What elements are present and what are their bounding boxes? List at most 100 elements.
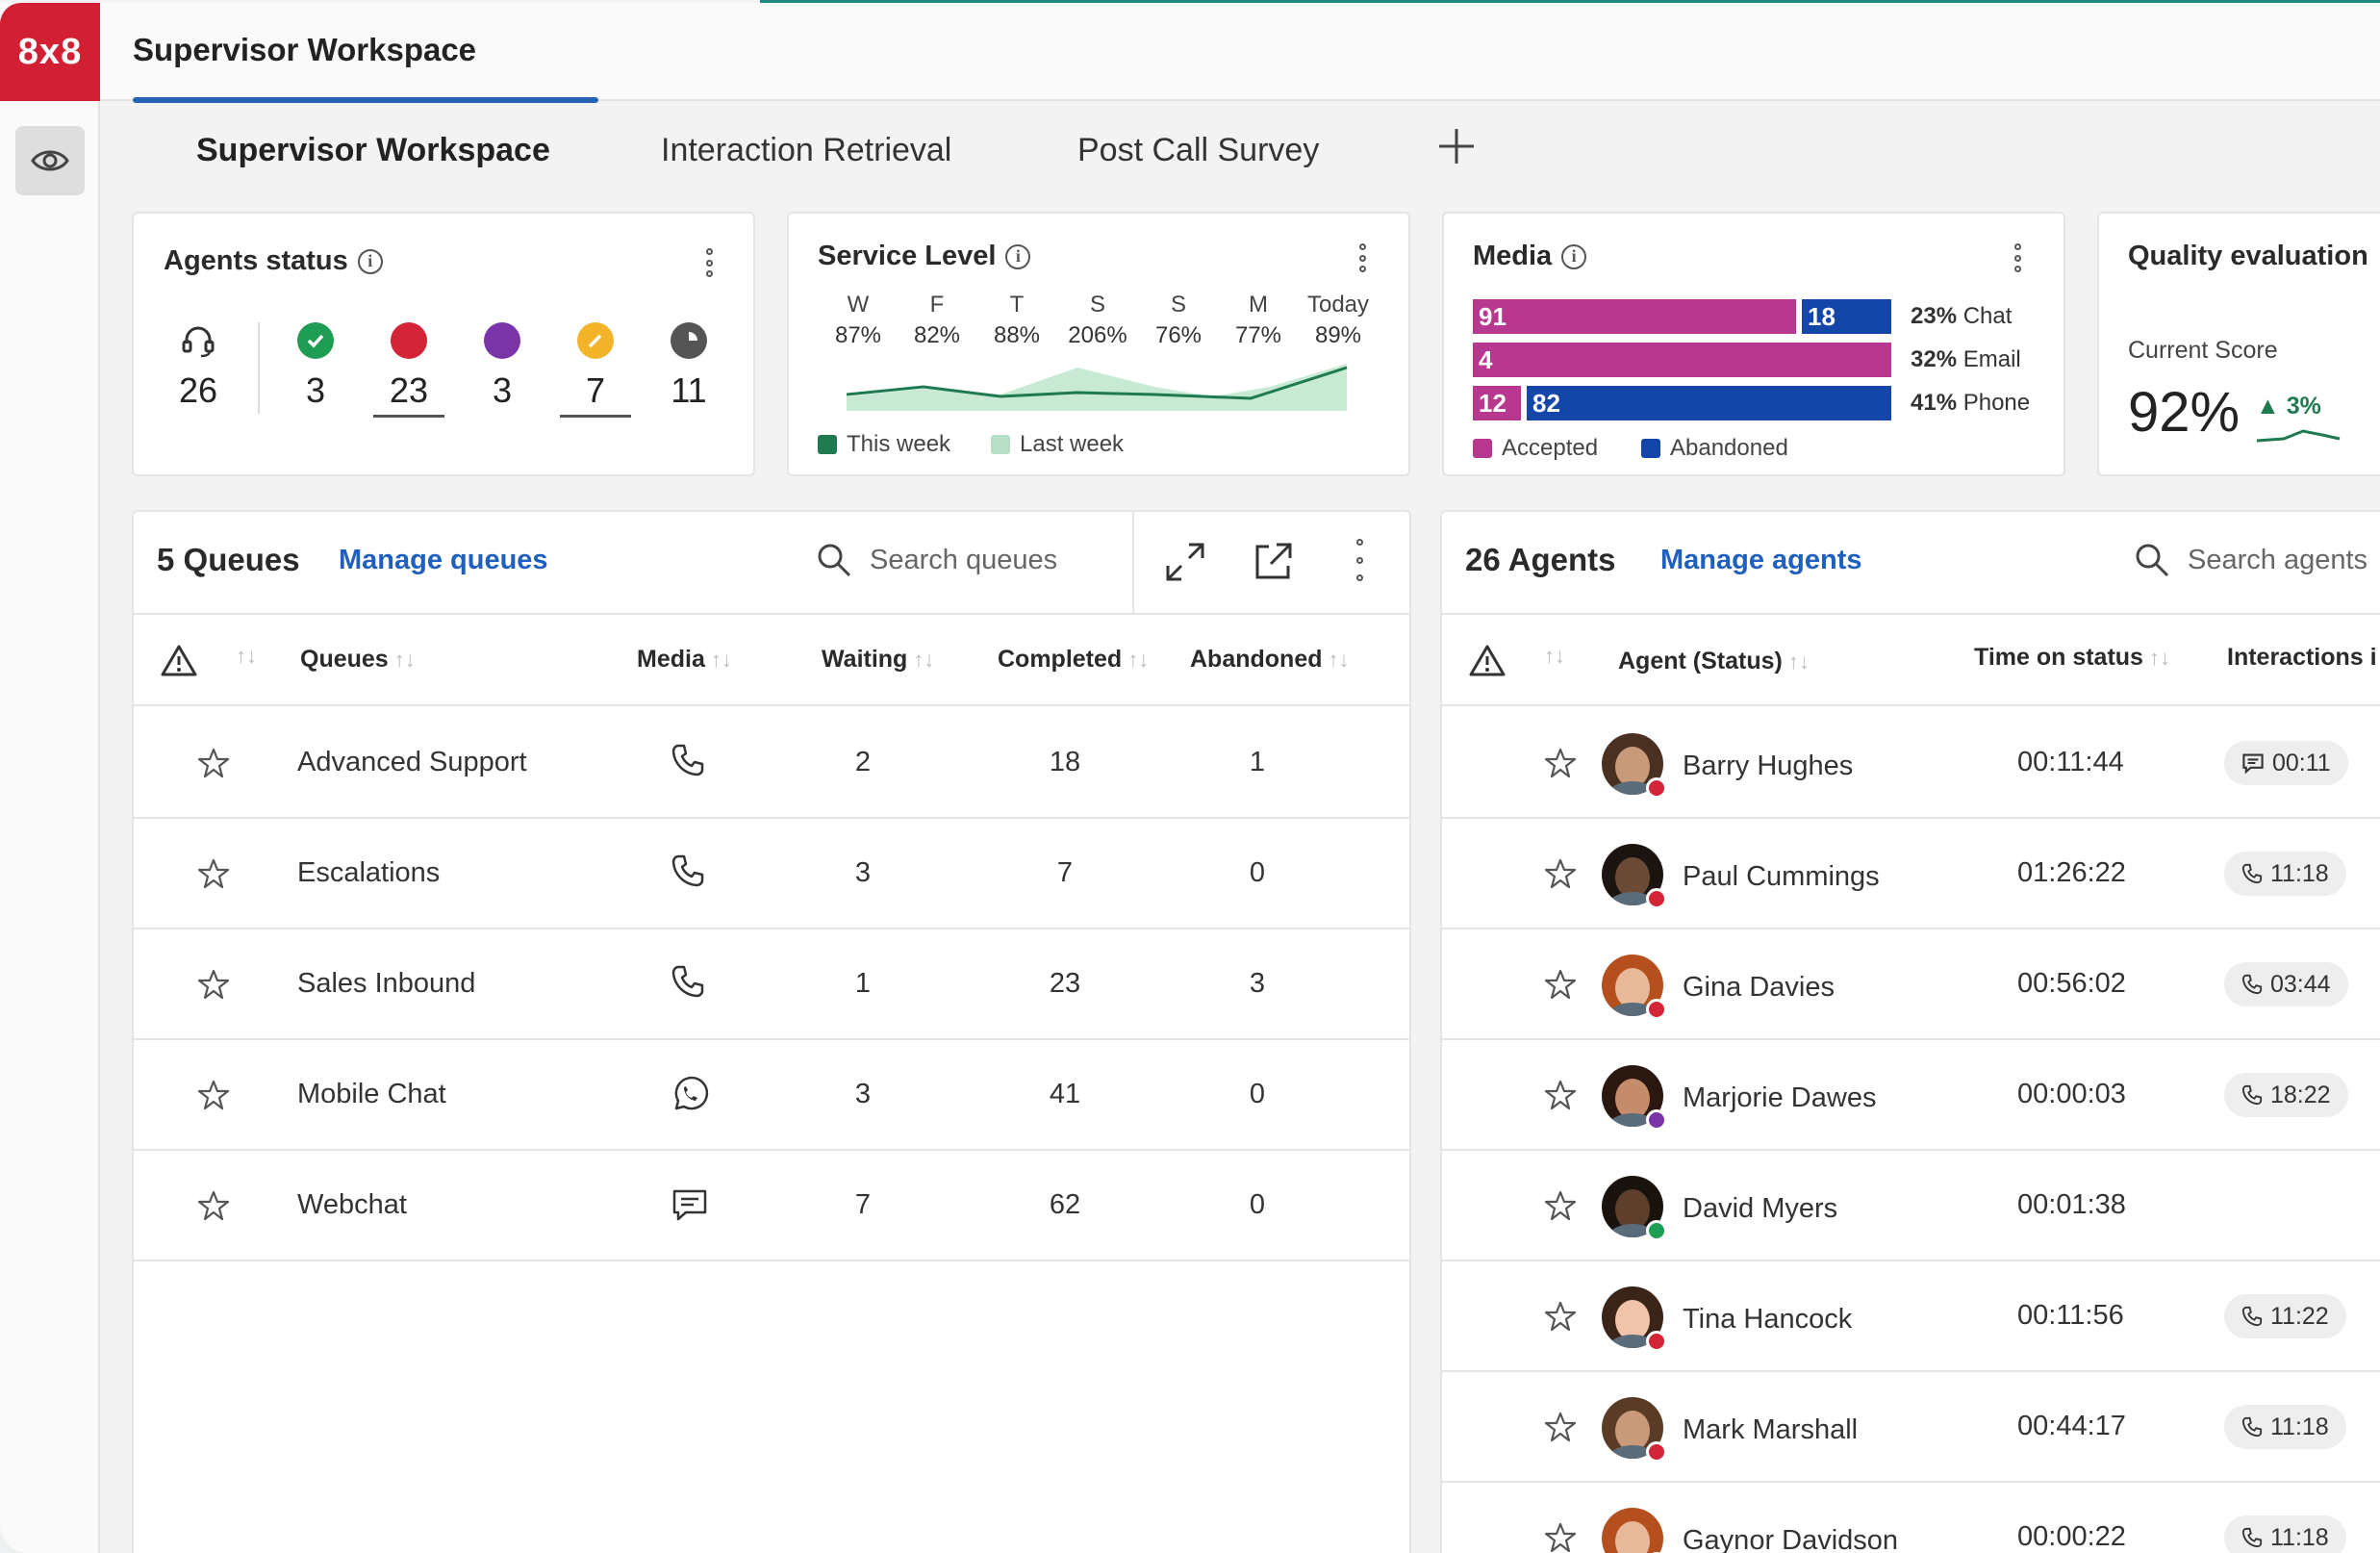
agents-search-placeholder: Search agents (2188, 544, 2368, 575)
monitor-eye-button[interactable] (15, 126, 85, 195)
star-icon[interactable] (197, 1189, 230, 1222)
media-phone-accepted-bar[interactable]: 12 (1473, 386, 1521, 420)
table-row[interactable]: Gaynor Davidson 00:00:22 11:18 (1440, 1483, 2380, 1553)
interaction-duration: 03:44 (2270, 970, 2331, 998)
manage-queues-link[interactable]: Manage queues (339, 545, 548, 576)
interaction-chip[interactable]: 00:11 (2224, 741, 2348, 785)
agents-header-row: ↑↓ Agent (Status) ↑↓ Time on status ↑↓ Int… (1440, 613, 2380, 706)
warning-icon[interactable] (1469, 644, 1506, 676)
phone-icon (671, 743, 705, 785)
interaction-chip[interactable]: 11:22 (2224, 1294, 2346, 1338)
avatar[interactable] (1602, 1176, 1667, 1241)
table-row[interactable]: Gina Davies 00:56:02 03:44 (1440, 929, 2380, 1040)
col-abandoned[interactable]: Abandoned ↑↓ (1190, 646, 1350, 674)
interaction-chip[interactable]: 11:18 (2224, 1405, 2346, 1449)
agents-status-menu-button[interactable] (704, 248, 714, 277)
star-icon[interactable] (197, 857, 230, 890)
status-wrapup-value: 7 (560, 370, 631, 418)
avatar[interactable] (1602, 1508, 1667, 1553)
tab-supervisor-workspace[interactable]: Supervisor Workspace (196, 132, 550, 169)
col-waiting[interactable]: Waiting ↑↓ (822, 646, 934, 674)
status-available-stat[interactable]: 3 (277, 322, 354, 411)
table-row[interactable]: David Myers 00:01:38 (1440, 1151, 2380, 1261)
interaction-chip[interactable]: 11:18 (2224, 852, 2346, 896)
queue-completed: 18 (1049, 747, 1081, 777)
col-agent-status[interactable]: Agent (Status) ↑↓ (1618, 648, 1810, 675)
app-window: 8x8 Supervisor Workspace Supervisor Work… (0, 0, 2380, 1553)
agents-search-input[interactable]: Search agents (2134, 542, 2367, 578)
avatar[interactable] (1602, 1397, 1667, 1463)
media-chat-abandoned-bar[interactable]: 18 (1802, 299, 1891, 334)
col-media[interactable]: Media ↑↓ (637, 646, 732, 674)
table-row[interactable]: Marjorie Dawes 00:00:03 18:22 (1440, 1040, 2380, 1151)
table-row[interactable]: Mark Marshall 00:44:17 11:18 (1440, 1372, 2380, 1483)
table-row[interactable]: Webchat 7 62 0 (132, 1151, 1411, 1261)
col-queues[interactable]: Queues ↑↓ (300, 646, 416, 674)
table-row[interactable]: Escalations 3 7 0 (132, 819, 1411, 929)
star-icon[interactable] (1544, 1521, 1577, 1553)
agent-name: Tina Hancock (1683, 1304, 1853, 1335)
col-time-on-status[interactable]: Time on status ↑↓ (1974, 644, 2170, 672)
status-wrapup-stat[interactable]: 7 (557, 322, 634, 418)
star-icon[interactable] (1544, 1300, 1577, 1333)
status-away-stat[interactable]: 3 (464, 322, 541, 411)
info-icon[interactable]: i (1561, 243, 1587, 269)
queue-name: Webchat (297, 1189, 407, 1220)
media-menu-button[interactable] (2013, 243, 2022, 272)
avatar[interactable] (1602, 733, 1667, 799)
status-busy-value: 23 (373, 370, 444, 418)
warning-icon[interactable] (161, 644, 197, 676)
status-offline-stat[interactable]: 11 (650, 322, 727, 411)
col-interactions[interactable]: Interactions i (2227, 644, 2377, 672)
interaction-chip[interactable]: 11:18 (2224, 1515, 2346, 1553)
expand-queues-button[interactable] (1164, 541, 1206, 588)
interaction-chip[interactable]: 18:22 (2224, 1073, 2348, 1117)
sort-icon[interactable]: ↑↓ (236, 644, 257, 669)
table-row[interactable]: Barry Hughes 00:11:44 00:11 (1440, 708, 2380, 819)
avatar[interactable] (1602, 955, 1667, 1020)
star-icon[interactable] (197, 747, 230, 779)
check-icon (297, 322, 334, 359)
col-completed[interactable]: Completed ↑↓ (998, 646, 1149, 674)
star-icon[interactable] (1544, 1411, 1577, 1443)
media-chat-accepted-bar[interactable]: 91 (1473, 299, 1796, 334)
sort-icon[interactable]: ↑↓ (1544, 644, 1565, 669)
brand-logo[interactable]: 8x8 (0, 3, 100, 101)
media-email-accepted-bar[interactable]: 4 (1473, 343, 1891, 377)
sidebar (0, 101, 100, 1553)
table-row[interactable]: Mobile Chat 3 41 0 (132, 1040, 1411, 1151)
queue-waiting: 7 (854, 1189, 872, 1220)
quality-subtitle: Current Score (2128, 337, 2278, 364)
star-icon[interactable] (1544, 857, 1577, 890)
time-on-status: 00:01:38 (2017, 1189, 2126, 1220)
star-icon[interactable] (1544, 968, 1577, 1001)
add-tab-button[interactable] (1432, 122, 1481, 170)
queues-menu-button[interactable] (1355, 539, 1364, 581)
tab-post-call-survey[interactable]: Post Call Survey (1077, 132, 1319, 169)
interaction-chip[interactable]: 03:44 (2224, 962, 2348, 1006)
info-icon[interactable]: i (357, 248, 383, 274)
avatar[interactable] (1602, 844, 1667, 909)
service-level-menu-button[interactable] (1357, 243, 1367, 272)
queue-completed: 41 (1049, 1079, 1081, 1109)
clock-icon (671, 322, 707, 359)
app-title[interactable]: Supervisor Workspace (133, 32, 476, 68)
star-icon[interactable] (1544, 1079, 1577, 1111)
table-row[interactable]: Sales Inbound 1 23 3 (132, 929, 1411, 1040)
queues-search-input[interactable]: Search queues (816, 542, 1057, 578)
star-icon[interactable] (197, 968, 230, 1001)
info-icon[interactable]: i (1005, 243, 1031, 269)
star-icon[interactable] (1544, 747, 1577, 779)
media-phone-abandoned-bar[interactable]: 82 (1527, 386, 1891, 420)
popout-queues-button[interactable] (1252, 541, 1294, 588)
manage-agents-link[interactable]: Manage agents (1660, 545, 1862, 576)
table-row[interactable]: Paul Cummings 01:26:22 11:18 (1440, 819, 2380, 929)
avatar[interactable] (1602, 1286, 1667, 1352)
avatar[interactable] (1602, 1065, 1667, 1131)
star-icon[interactable] (197, 1079, 230, 1111)
table-row[interactable]: Advanced Support 2 18 1 (132, 708, 1411, 819)
table-row[interactable]: Tina Hancock 00:11:56 11:22 (1440, 1261, 2380, 1372)
status-busy-stat[interactable]: 23 (370, 322, 447, 418)
star-icon[interactable] (1544, 1189, 1577, 1222)
tab-interaction-retrieval[interactable]: Interaction Retrieval (661, 132, 951, 169)
